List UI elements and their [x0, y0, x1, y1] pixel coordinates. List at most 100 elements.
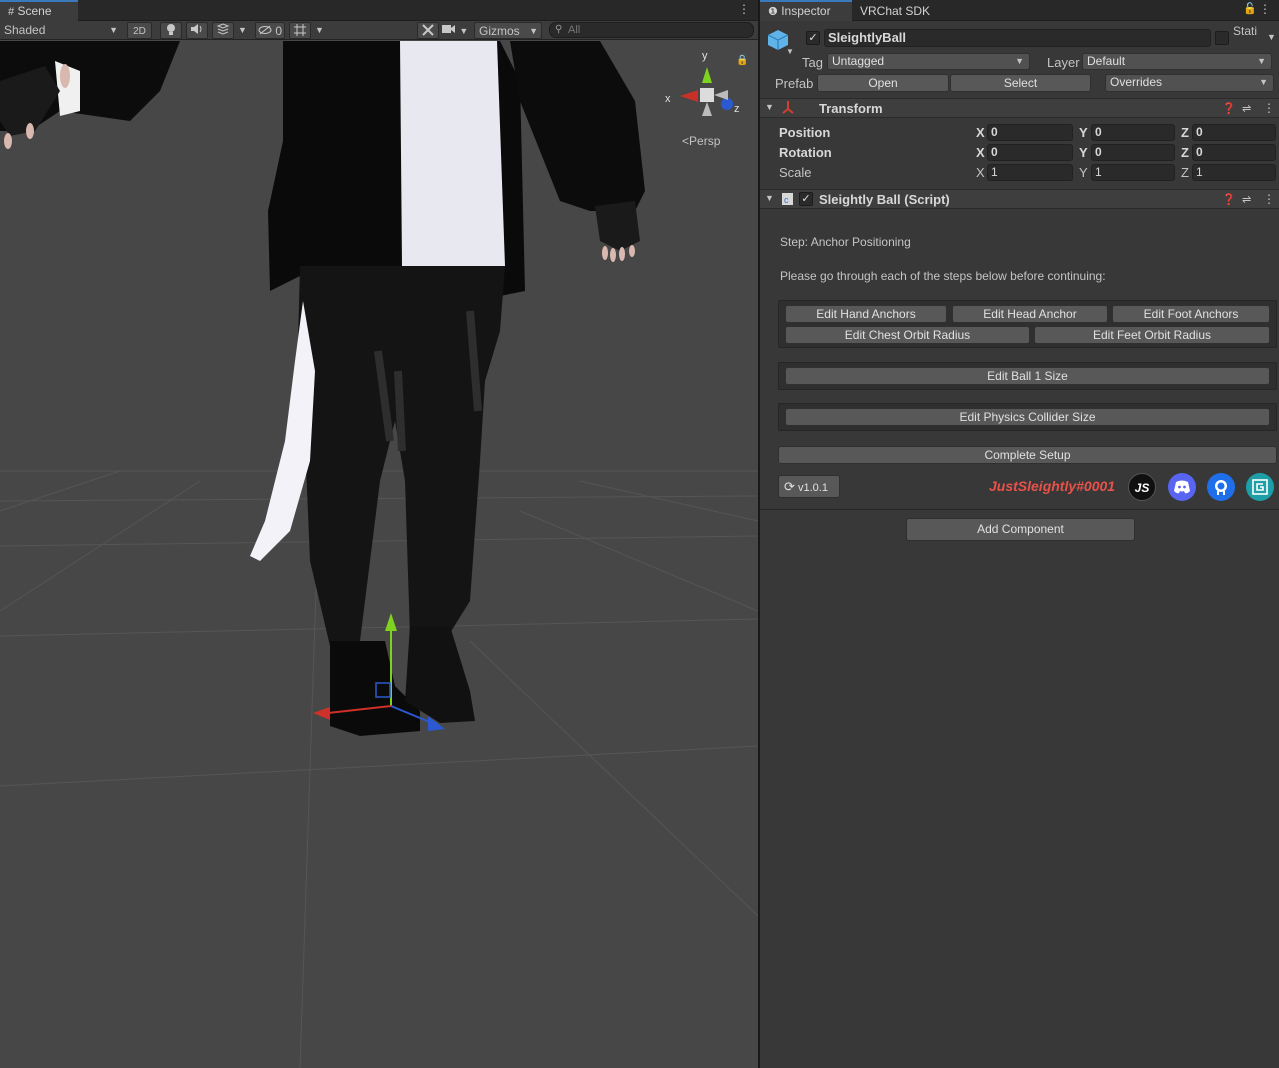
presets-icon[interactable]: ⇌ [1242, 193, 1251, 206]
component-menu-icon[interactable]: ⋮ [1263, 101, 1275, 115]
transform-icon [781, 100, 795, 117]
lock-icon[interactable]: 🔒 [736, 54, 748, 66]
shading-mode-dropdown[interactable]: Shaded ▼ [4, 22, 120, 39]
position-z-label: Z [1181, 125, 1189, 140]
effects-dropdown-chevron-icon[interactable]: ▼ [238, 22, 250, 39]
layer-label: Layer [1047, 55, 1080, 70]
component-divider [760, 509, 1279, 510]
author-link[interactable]: JustSleightly#0001 [989, 478, 1115, 494]
chevron-down-icon: ▼ [109, 25, 118, 35]
lighting-toggle-icon[interactable] [160, 22, 182, 39]
rotation-x-field[interactable]: 0 [987, 144, 1073, 161]
scene-viewport[interactable]: y x z 🔒 <Persp [0, 41, 758, 1068]
camera-settings-icon[interactable]: ▼ [442, 22, 470, 39]
position-label: Position [779, 125, 831, 140]
audio-toggle-icon[interactable] [186, 22, 208, 39]
edit-feet-orbit-radius-button[interactable]: Edit Feet Orbit Radius [1034, 326, 1270, 344]
gizmos-dropdown[interactable]: Gizmos ▼ [474, 22, 542, 39]
hidden-objects-toggle[interactable]: 0 [255, 22, 285, 39]
avatar-right-sleeve [510, 41, 645, 211]
script-title: Sleightly Ball (Script) [819, 192, 950, 207]
prefab-label: Prefab [775, 76, 814, 91]
discord-icon[interactable] [1168, 473, 1196, 501]
tab-scene-label: Scene [17, 4, 52, 18]
axis-z-label: z [734, 103, 740, 115]
edit-hand-anchors-button[interactable]: Edit Hand Anchors [785, 305, 947, 323]
axis-x-label: x [665, 93, 671, 105]
position-z-field[interactable]: 0 [1192, 124, 1276, 141]
active-checkbox[interactable]: ✓ [806, 31, 820, 45]
gizmo-y-cone[interactable] [702, 67, 712, 83]
orientation-gizmo[interactable] [680, 67, 733, 116]
object-name-field[interactable]: SleightlyBall [824, 29, 1211, 47]
script-component-header[interactable]: ▼ c ✓ Sleightly Ball (Script) ❓ ⇌ ⋮ [760, 189, 1279, 209]
axis-y-label: y [702, 50, 708, 62]
info-icon: ❶ [768, 6, 778, 18]
presets-icon[interactable]: ⇌ [1242, 102, 1251, 115]
gizmo-z-sphere[interactable] [721, 98, 733, 110]
component-menu-icon[interactable]: ⋮ [1263, 192, 1275, 206]
rotation-z-label: Z [1181, 145, 1189, 160]
grid-toggle-icon[interactable] [289, 22, 311, 39]
position-y-field[interactable]: 0 [1091, 124, 1175, 141]
scene-grid [0, 470, 758, 1068]
complete-setup-button[interactable]: Complete Setup [778, 446, 1277, 464]
tab-vrchat-sdk[interactable]: VRChat SDK [852, 0, 952, 21]
scale-z-field[interactable]: 1 [1192, 164, 1276, 181]
script-icon: c [781, 192, 794, 209]
svg-text:c: c [784, 195, 789, 205]
layer-dropdown[interactable]: Default ▼ [1082, 53, 1272, 70]
tab-inspector[interactable]: ❶ Inspector [760, 0, 852, 21]
gizmo-x-cone[interactable] [680, 90, 698, 102]
scene-menu-icon[interactable]: ⋮ [738, 2, 750, 16]
edit-physics-collider-size-button[interactable]: Edit Physics Collider Size [785, 408, 1270, 426]
static-dropdown-chevron-icon[interactable]: ▼ [1267, 32, 1276, 42]
tools-icon[interactable] [417, 22, 439, 39]
scene-search-input[interactable]: ⚲ All [549, 22, 754, 38]
step-text: Step: Anchor Positioning [780, 235, 911, 249]
rotation-y-field[interactable]: 0 [1091, 144, 1175, 161]
tab-scene[interactable]: # Scene [0, 0, 78, 21]
github-icon[interactable] [1207, 473, 1235, 501]
lock-icon[interactable]: 🔓 [1243, 2, 1257, 15]
icon-picker-chevron-icon[interactable]: ▼ [786, 47, 794, 56]
position-x-field[interactable]: 0 [987, 124, 1073, 141]
toggle-2d-button[interactable]: 2D [127, 22, 152, 39]
avatar-right-hand [595, 201, 640, 251]
tag-value: Untagged [832, 54, 885, 68]
edit-foot-anchors-button[interactable]: Edit Foot Anchors [1112, 305, 1270, 323]
chevron-down-icon: ▼ [1259, 77, 1268, 87]
js-logo-icon[interactable]: JS [1128, 473, 1156, 501]
chevron-down-icon: ▼ [1257, 56, 1266, 66]
scale-y-field[interactable]: 1 [1091, 164, 1175, 181]
edit-ball-size-button[interactable]: Edit Ball 1 Size [785, 367, 1270, 385]
tab-vrchat-sdk-label: VRChat SDK [860, 4, 931, 18]
gizmo-center-cube[interactable] [700, 88, 714, 102]
prefab-open-button[interactable]: Open [817, 74, 949, 92]
avatar-shirt [400, 41, 505, 266]
prefab-overrides-dropdown[interactable]: Overrides ▼ [1105, 74, 1274, 92]
foldout-arrow-icon[interactable]: ▼ [765, 102, 774, 112]
grid-dropdown-chevron-icon[interactable]: ▼ [315, 22, 327, 39]
inspector-menu-icon[interactable]: ⋮ [1259, 2, 1271, 16]
script-enabled-checkbox[interactable]: ✓ [799, 192, 813, 206]
effects-toggle-icon[interactable] [212, 22, 234, 39]
chevron-down-icon: ▼ [459, 26, 469, 36]
transform-header[interactable]: ▼ Transform ❓ ⇌ ⋮ [760, 98, 1279, 118]
rotation-z-field[interactable]: 0 [1192, 144, 1276, 161]
static-checkbox[interactable] [1215, 31, 1229, 45]
scene-render: y x z 🔒 [0, 41, 758, 1068]
scale-x-label: X [976, 165, 985, 180]
edit-head-anchor-button[interactable]: Edit Head Anchor [952, 305, 1108, 323]
add-component-button[interactable]: Add Component [906, 518, 1135, 541]
scale-x-field[interactable]: 1 [987, 164, 1073, 181]
website-icon[interactable] [1246, 473, 1274, 501]
projection-toggle[interactable]: <Persp [682, 134, 720, 148]
help-icon[interactable]: ❓ [1222, 102, 1236, 115]
foldout-arrow-icon[interactable]: ▼ [765, 193, 774, 203]
help-icon[interactable]: ❓ [1222, 193, 1236, 206]
version-button[interactable]: ⟳ v1.0.1 [778, 475, 840, 498]
tag-dropdown[interactable]: Untagged ▼ [827, 53, 1030, 70]
prefab-select-button[interactable]: Select [950, 74, 1091, 92]
edit-chest-orbit-radius-button[interactable]: Edit Chest Orbit Radius [785, 326, 1030, 344]
